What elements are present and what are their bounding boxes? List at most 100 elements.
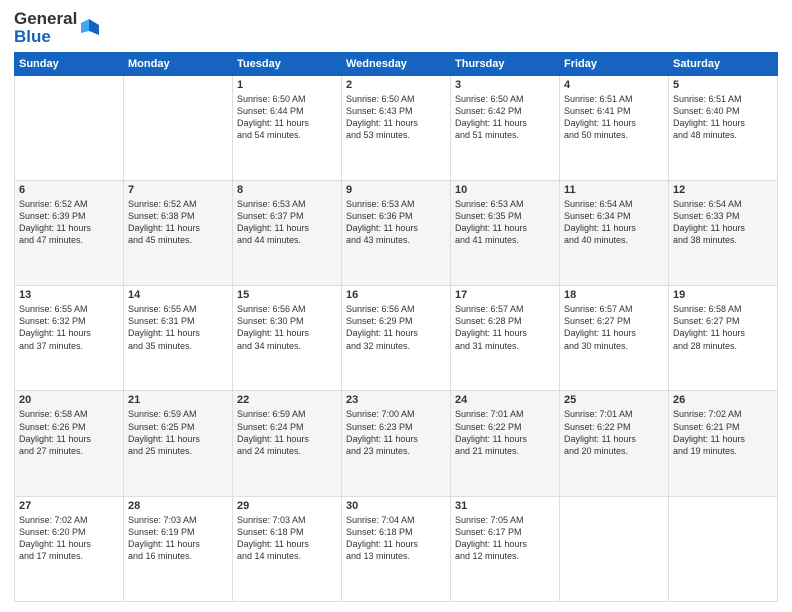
day-number: 16: [346, 289, 446, 301]
header-row: SundayMondayTuesdayWednesdayThursdayFrid…: [15, 52, 778, 75]
day-number: 26: [673, 394, 773, 406]
calendar-cell: 17 Sunrise: 6:57 AM Sunset: 6:28 PM Dayli…: [451, 286, 560, 391]
cell-content: Sunrise: 6:59 AM Sunset: 6:24 PM Dayligh…: [237, 408, 337, 457]
day-header-sunday: Sunday: [15, 52, 124, 75]
calendar-cell: 31Sunrise: 7:05 AM Sunset: 6:17 PM Dayli…: [451, 496, 560, 601]
cell-content: Sunrise: 6:54 AM Sunset: 6:33 PM Dayligh…: [673, 198, 773, 247]
calendar-cell: 6 Sunrise: 6:52 AM Sunset: 6:39 PM Daylig…: [15, 180, 124, 285]
calendar-cell: 29 Sunrise: 7:03 AM Sunset: 6:18 PM Dayli…: [233, 496, 342, 601]
week-row-1: 6 Sunrise: 6:52 AM Sunset: 6:39 PM Daylig…: [15, 180, 778, 285]
day-number: 22: [237, 394, 337, 406]
calendar-cell: 3 Sunrise: 6:50 AM Sunset: 6:42 PM Daylig…: [451, 75, 560, 180]
calendar-cell: 14Sunrise: 6:55 AM Sunset: 6:31 PM Dayli…: [124, 286, 233, 391]
day-number: 30: [346, 500, 446, 512]
calendar-cell: 22 Sunrise: 6:59 AM Sunset: 6:24 PM Dayli…: [233, 391, 342, 496]
calendar-cell: 15 Sunrise: 6:56 AM Sunset: 6:30 PM Dayli…: [233, 286, 342, 391]
day-number: 1: [237, 79, 337, 91]
calendar-cell: 24Sunrise: 7:01 AM Sunset: 6:22 PM Dayli…: [451, 391, 560, 496]
cell-content: Sunrise: 6:57 AM Sunset: 6:27 PM Dayligh…: [564, 303, 664, 352]
cell-content: Sunrise: 6:53 AM Sunset: 6:37 PM Dayligh…: [237, 198, 337, 247]
day-number: 23: [346, 394, 446, 406]
day-number: 31: [455, 500, 555, 512]
cell-content: Sunrise: 6:57 AM Sunset: 6:28 PM Dayligh…: [455, 303, 555, 352]
calendar-cell: 2 Sunrise: 6:50 AM Sunset: 6:43 PM Daylig…: [342, 75, 451, 180]
cell-content: Sunrise: 7:03 AM Sunset: 6:18 PM Dayligh…: [237, 514, 337, 563]
calendar-cell: 7 Sunrise: 6:52 AM Sunset: 6:38 PM Daylig…: [124, 180, 233, 285]
day-number: 8: [237, 184, 337, 196]
calendar-cell: 21Sunrise: 6:59 AM Sunset: 6:25 PM Dayli…: [124, 391, 233, 496]
week-row-0: 1Sunrise: 6:50 AM Sunset: 6:44 PM Daylig…: [15, 75, 778, 180]
day-number: 24: [455, 394, 555, 406]
logo: General Blue: [14, 10, 101, 46]
cell-content: Sunrise: 6:52 AM Sunset: 6:39 PM Dayligh…: [19, 198, 119, 247]
day-header-tuesday: Tuesday: [233, 52, 342, 75]
cell-content: Sunrise: 6:53 AM Sunset: 6:35 PM Dayligh…: [455, 198, 555, 247]
day-number: 12: [673, 184, 773, 196]
calendar-table: SundayMondayTuesdayWednesdayThursdayFrid…: [14, 52, 778, 602]
day-number: 25: [564, 394, 664, 406]
day-number: 5: [673, 79, 773, 91]
cell-content: Sunrise: 6:58 AM Sunset: 6:26 PM Dayligh…: [19, 408, 119, 457]
day-number: 29: [237, 500, 337, 512]
logo-icon: [79, 17, 101, 39]
day-number: 19: [673, 289, 773, 301]
cell-content: Sunrise: 7:00 AM Sunset: 6:23 PM Dayligh…: [346, 408, 446, 457]
calendar-cell: 25 Sunrise: 7:01 AM Sunset: 6:22 PM Dayli…: [560, 391, 669, 496]
day-header-saturday: Saturday: [669, 52, 778, 75]
header: General Blue: [14, 10, 778, 46]
calendar-cell: 28Sunrise: 7:03 AM Sunset: 6:19 PM Dayli…: [124, 496, 233, 601]
calendar-cell: 23 Sunrise: 7:00 AM Sunset: 6:23 PM Dayli…: [342, 391, 451, 496]
cell-content: Sunrise: 6:56 AM Sunset: 6:30 PM Dayligh…: [237, 303, 337, 352]
calendar-cell: 13 Sunrise: 6:55 AM Sunset: 6:32 PM Dayli…: [15, 286, 124, 391]
week-row-2: 13 Sunrise: 6:55 AM Sunset: 6:32 PM Dayli…: [15, 286, 778, 391]
calendar-cell: 11 Sunrise: 6:54 AM Sunset: 6:34 PM Dayli…: [560, 180, 669, 285]
cell-content: Sunrise: 7:04 AM Sunset: 6:18 PM Dayligh…: [346, 514, 446, 563]
day-number: 27: [19, 500, 119, 512]
day-number: 2: [346, 79, 446, 91]
calendar-cell: 4 Sunrise: 6:51 AM Sunset: 6:41 PM Daylig…: [560, 75, 669, 180]
cell-content: Sunrise: 7:01 AM Sunset: 6:22 PM Dayligh…: [564, 408, 664, 457]
calendar-cell: 20 Sunrise: 6:58 AM Sunset: 6:26 PM Dayli…: [15, 391, 124, 496]
day-number: 14: [128, 289, 228, 301]
day-number: 3: [455, 79, 555, 91]
calendar-cell: 16Sunrise: 6:56 AM Sunset: 6:29 PM Dayli…: [342, 286, 451, 391]
calendar-cell: 27 Sunrise: 7:02 AM Sunset: 6:20 PM Dayli…: [15, 496, 124, 601]
cell-content: Sunrise: 7:02 AM Sunset: 6:21 PM Dayligh…: [673, 408, 773, 457]
day-number: 7: [128, 184, 228, 196]
calendar-cell: 5 Sunrise: 6:51 AM Sunset: 6:40 PM Daylig…: [669, 75, 778, 180]
calendar-cell: 8 Sunrise: 6:53 AM Sunset: 6:37 PM Daylig…: [233, 180, 342, 285]
cell-content: Sunrise: 6:50 AM Sunset: 6:42 PM Dayligh…: [455, 93, 555, 142]
calendar-cell: 18 Sunrise: 6:57 AM Sunset: 6:27 PM Dayli…: [560, 286, 669, 391]
cell-content: Sunrise: 7:03 AM Sunset: 6:19 PM Dayligh…: [128, 514, 228, 563]
week-row-3: 20 Sunrise: 6:58 AM Sunset: 6:26 PM Dayli…: [15, 391, 778, 496]
calendar-cell: 30 Sunrise: 7:04 AM Sunset: 6:18 PM Dayli…: [342, 496, 451, 601]
calendar-cell: 26 Sunrise: 7:02 AM Sunset: 6:21 PM Dayli…: [669, 391, 778, 496]
cell-content: Sunrise: 6:52 AM Sunset: 6:38 PM Dayligh…: [128, 198, 228, 247]
cell-content: Sunrise: 6:55 AM Sunset: 6:32 PM Dayligh…: [19, 303, 119, 352]
logo-general-text: General: [14, 10, 77, 28]
day-number: 11: [564, 184, 664, 196]
calendar-cell: 10Sunrise: 6:53 AM Sunset: 6:35 PM Dayli…: [451, 180, 560, 285]
day-header-friday: Friday: [560, 52, 669, 75]
cell-content: Sunrise: 6:51 AM Sunset: 6:41 PM Dayligh…: [564, 93, 664, 142]
calendar-cell: [560, 496, 669, 601]
page: General Blue SundayMondayTuesdayWednesda…: [0, 0, 792, 612]
calendar-cell: 19Sunrise: 6:58 AM Sunset: 6:27 PM Dayli…: [669, 286, 778, 391]
calendar-cell: [15, 75, 124, 180]
day-number: 6: [19, 184, 119, 196]
day-number: 15: [237, 289, 337, 301]
day-number: 9: [346, 184, 446, 196]
cell-content: Sunrise: 7:02 AM Sunset: 6:20 PM Dayligh…: [19, 514, 119, 563]
cell-content: Sunrise: 6:50 AM Sunset: 6:43 PM Dayligh…: [346, 93, 446, 142]
day-number: 4: [564, 79, 664, 91]
day-number: 13: [19, 289, 119, 301]
day-number: 20: [19, 394, 119, 406]
cell-content: Sunrise: 6:51 AM Sunset: 6:40 PM Dayligh…: [673, 93, 773, 142]
calendar-cell: [124, 75, 233, 180]
cell-content: Sunrise: 6:54 AM Sunset: 6:34 PM Dayligh…: [564, 198, 664, 247]
cell-content: Sunrise: 6:53 AM Sunset: 6:36 PM Dayligh…: [346, 198, 446, 247]
logo-blue-text: Blue: [14, 28, 77, 46]
day-number: 17: [455, 289, 555, 301]
calendar-cell: 12 Sunrise: 6:54 AM Sunset: 6:33 PM Dayli…: [669, 180, 778, 285]
day-number: 18: [564, 289, 664, 301]
